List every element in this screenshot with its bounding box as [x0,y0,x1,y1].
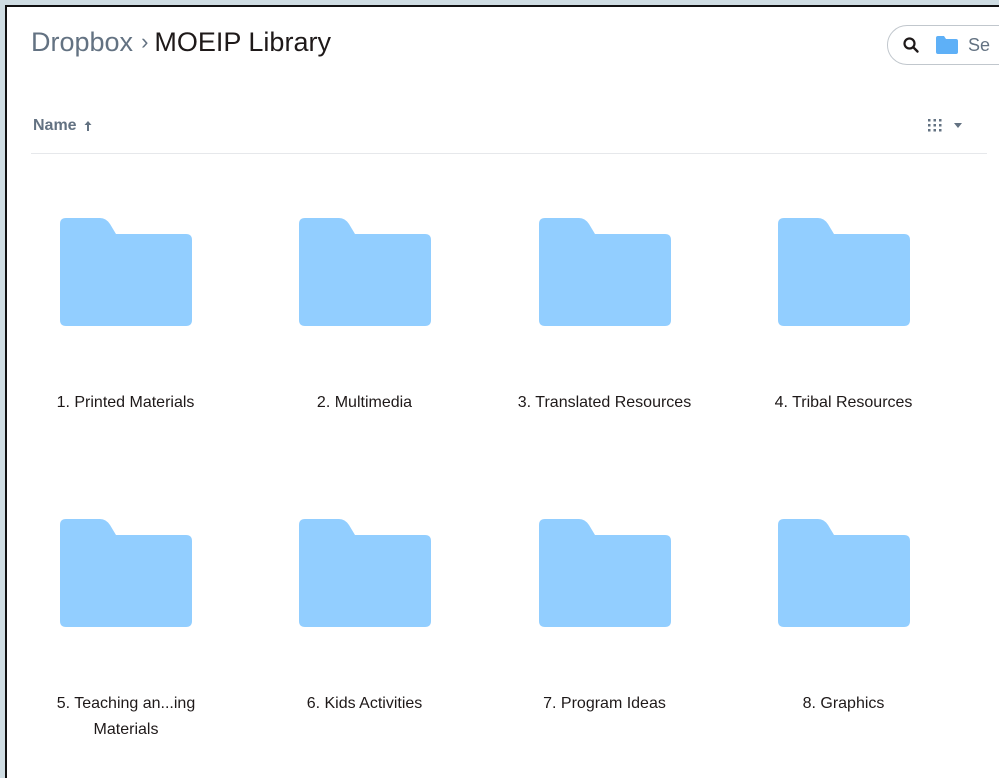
breadcrumb-root-link[interactable]: Dropbox [31,27,133,57]
folder-label: 3. Translated Resources [517,394,692,411]
folder-icon [778,519,910,627]
folder-icon [778,218,910,326]
list-header: Name [31,113,987,154]
breadcrumb: Dropbox › MOEIP Library [31,27,331,58]
folder-label: 4. Tribal Resources [774,394,913,411]
folder-item[interactable]: 4. Tribal Resources [724,218,963,478]
sort-by-name-button[interactable]: Name [33,117,93,135]
folder-label: 2. Multimedia [316,394,413,411]
grid-icon [928,119,942,132]
folder-icon [60,218,192,326]
folder-label: 7. Program Ideas [543,695,666,712]
folder-label: 6. Kids Activities [306,695,423,712]
page-title: MOEIP Library [154,27,331,57]
folder-label: 5. Teaching an...ing Materials [56,695,196,738]
folder-item[interactable]: 8. Graphics [724,519,963,778]
dropbox-window: Dropbox › MOEIP Library Se Name 1. Print… [5,5,999,778]
caret-down-icon [954,123,962,128]
search-input[interactable]: Se [887,25,999,65]
view-options-button[interactable] [927,117,963,133]
breadcrumb-separator: › [141,29,149,54]
search-placeholder: Se [968,35,991,55]
folder-icon [299,218,431,326]
folder-icon [299,519,431,627]
folder-item[interactable]: 6. Kids Activities [245,519,484,778]
folder-icon [60,519,192,627]
folder-label: 1. Printed Materials [56,394,195,411]
folder-item[interactable]: 2. Multimedia [245,218,484,478]
folder-icon [539,218,671,326]
folder-item[interactable]: 5. Teaching an...ing Materials [7,519,245,778]
folder-icon [936,36,958,54]
folder-item[interactable]: 3. Translated Resources [485,218,724,478]
folder-icon [539,519,671,627]
folder-label: 8. Graphics [802,695,885,712]
folder-item[interactable]: 1. Printed Materials [7,218,245,478]
search-icon [903,37,919,53]
sort-label: Name [33,117,77,134]
folder-item[interactable]: 7. Program Ideas [485,519,724,778]
arrow-up-icon [84,121,92,131]
